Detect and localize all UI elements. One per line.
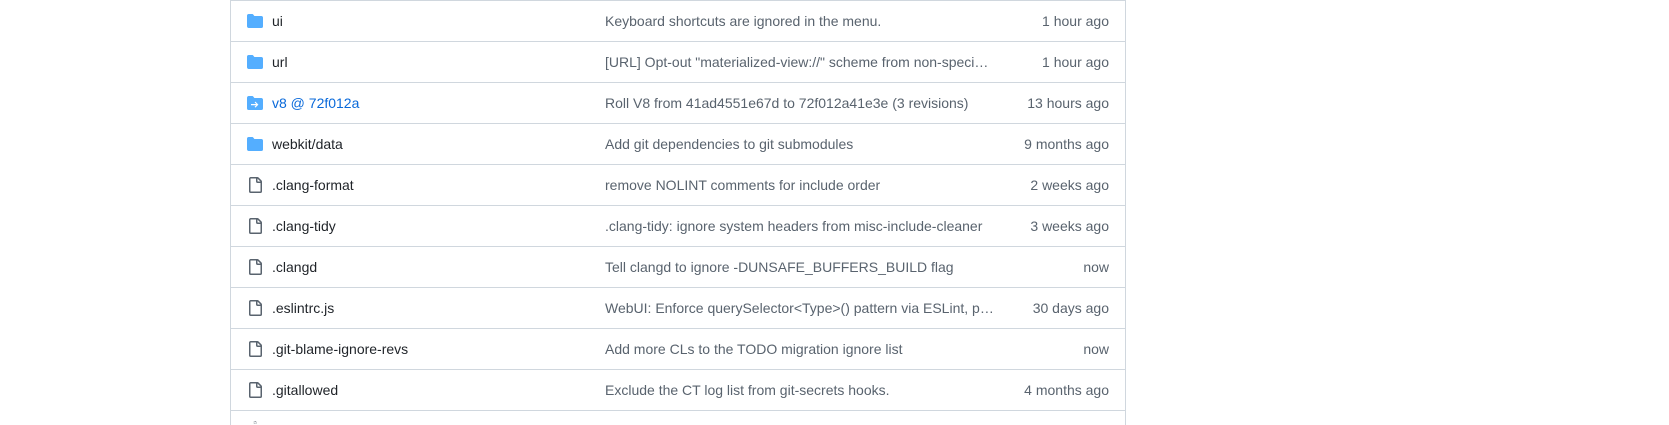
submodule-folder-icon [247,96,263,110]
file-list-table: ui Keyboard shortcuts are ignored in the … [230,0,1126,425]
commit-message-link[interactable]: WebUI: Enforce querySelector<Type>() pat… [605,300,997,316]
commit-message-link[interactable]: Tell clangd to ignore -DUNSAFE_BUFFERS_B… [605,259,997,275]
folder-name-link[interactable]: url [272,54,288,70]
commit-age: now [1083,259,1109,275]
file-row[interactable]: .clangd Tell clangd to ignore -DUNSAFE_BU… [231,246,1125,287]
file-name-link[interactable]: .eslintrc.js [272,300,334,316]
commit-age: 4 months ago [1024,382,1109,398]
commit-message-link[interactable]: Add more CLs to the TODO migration ignor… [605,341,997,357]
commit-age: 30 days ago [1032,300,1109,316]
commit-age: 13 hours ago [1027,95,1109,111]
file-name-link[interactable]: .clangd [272,259,317,275]
file-name-link[interactable]: .git-blame-ignore-revs [272,341,408,357]
file-icon [249,382,262,398]
commit-message-link[interactable]: Roll V8 from 41ad4551e67d to 72f012a41e3… [605,95,997,111]
file-icon [249,218,262,234]
commit-message-link[interactable]: Add git dependencies to git submodules [605,136,997,152]
commit-age: 9 months ago [1024,136,1109,152]
commit-message-link[interactable]: .clang-tidy: ignore system headers from … [605,218,997,234]
file-name-link[interactable]: .clang-tidy [272,218,336,234]
file-icon [249,300,262,316]
file-row[interactable]: .git-blame-ignore-revs Add more CLs to th… [231,328,1125,369]
commit-age: now [1083,341,1109,357]
file-name-link[interactable]: .clang-format [272,177,354,193]
commit-age: 3 weeks ago [1030,218,1109,234]
commit-message-link[interactable]: Exclude the CT log list from git-secrets… [605,382,997,398]
file-row[interactable]: .clang-format remove NOLINT comments for … [231,164,1125,205]
file-icon [249,341,262,357]
commit-message-link[interactable]: [URL] Opt-out "materialized-view://" sch… [605,54,997,70]
file-row[interactable]: webkit/data Add git dependencies to git s… [231,123,1125,164]
commit-age: 2 weeks ago [1030,177,1109,193]
file-row[interactable]: ui Keyboard shortcuts are ignored in the … [231,0,1125,41]
file-icon [249,177,262,193]
file-row[interactable]: .eslintrc.js WebUI: Enforce querySelector… [231,287,1125,328]
folder-name-link[interactable]: webkit/data [272,136,343,152]
commit-message-link[interactable]: Keyboard shortcuts are ignored in the me… [605,13,997,29]
folder-name-link[interactable]: ui [272,13,283,29]
folder-icon [247,55,263,69]
file-icon [253,421,257,424]
commit-age: 1 hour ago [1042,54,1109,70]
submodule-link[interactable]: v8 @ 72f012a [272,95,359,111]
commit-message-link[interactable]: remove NOLINT comments for include order [605,177,997,193]
file-row[interactable]: .clang-tidy .clang-tidy: ignore system he… [231,205,1125,246]
file-name-link[interactable]: .gitallowed [272,382,338,398]
file-row-partial[interactable] [231,410,1125,424]
file-row[interactable]: url [URL] Opt-out "materialized-view://" … [231,41,1125,82]
file-row[interactable]: v8 @ 72f012a Roll V8 from 41ad4551e67d to… [231,82,1125,123]
file-row[interactable]: .gitallowed Exclude the CT log list from … [231,369,1125,410]
file-icon [249,259,262,275]
folder-icon [247,137,263,151]
commit-age: 1 hour ago [1042,13,1109,29]
folder-icon [247,14,263,28]
